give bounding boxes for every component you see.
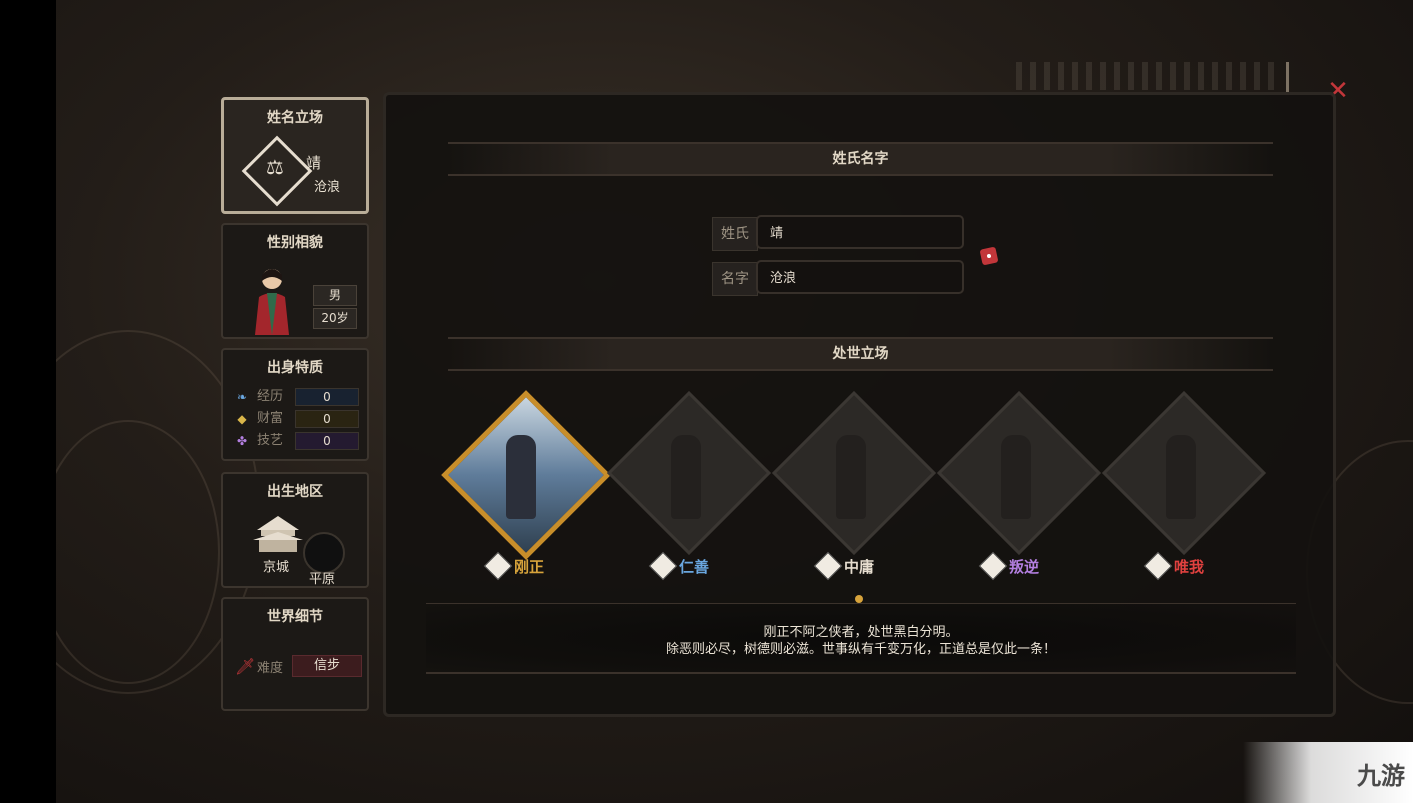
stance-figure <box>836 435 866 519</box>
gender-value: 男 <box>313 285 357 306</box>
trait-row-skill: ✤ 技艺 0 <box>235 432 359 450</box>
card-title: 性别相貌 <box>267 235 323 251</box>
stance-option-benevolent[interactable]: 仁善 <box>606 390 772 595</box>
stance-name: 唯我 <box>1174 558 1205 576</box>
character-portrait <box>255 269 289 335</box>
selection-indicator <box>855 595 863 603</box>
stance-name: 仁善 <box>679 558 710 576</box>
benevolent-icon <box>648 551 678 581</box>
random-dice-button[interactable] <box>979 246 999 266</box>
surname-label: 姓氏 <box>712 217 758 251</box>
stance-name: 叛逆 <box>1009 558 1040 576</box>
stance-label-row: 唯我 <box>1136 551 1246 581</box>
terrain-label: 平原 <box>309 572 336 587</box>
stance-label-row: 刚正 <box>476 551 586 581</box>
trait-label: 经历 <box>257 389 284 404</box>
gold-ingot-icon: ◆ <box>237 412 247 426</box>
calligraphy-strip <box>1016 62 1278 90</box>
difficulty-label: 难度 <box>257 661 284 676</box>
stance-section-header: 处世立场 <box>448 337 1273 371</box>
stance-name: 中庸 <box>844 558 875 576</box>
trait-label: 财富 <box>257 411 284 426</box>
trait-label: 技艺 <box>257 433 284 448</box>
feather-icon: ❧ <box>236 390 248 404</box>
stance-glyph-icon: ⚖ <box>266 155 284 179</box>
moderate-icon <box>813 551 843 581</box>
sidebar-card-name-stance[interactable]: 姓名立场 ⚖ 靖 沧浪 <box>221 97 369 214</box>
calligraphy-post <box>1286 62 1289 92</box>
stance-figure <box>506 435 536 519</box>
stance-description: 刚正不阿之侠者，处世黑白分明。 除恶则必尽，树德则必滋。世事纵有千变万化，正道总… <box>426 603 1296 674</box>
surname-input[interactable]: 靖 <box>756 215 964 249</box>
stance-figure <box>671 435 701 519</box>
stance-figure <box>1166 435 1196 519</box>
stance-label-row: 仁善 <box>641 551 751 581</box>
trait-row-wealth: ◆ 财富 0 <box>235 410 359 428</box>
stance-option-moderate[interactable]: 中庸 <box>771 390 937 595</box>
card-title: 姓名立场 <box>267 110 323 126</box>
surname-display: 靖 <box>306 154 322 172</box>
sidebar-card-gender-appearance[interactable]: 性别相貌 男 20岁 <box>221 223 369 339</box>
selfish-icon <box>1143 551 1173 581</box>
sidebar-card-birth-region[interactable]: 出生地区 京城 平原 <box>221 472 369 588</box>
sidebar-card-origin-traits[interactable]: 出身特质 ❧ 经历 0 ◆ 财富 0 ✤ 技艺 0 <box>221 348 369 461</box>
given-name-display: 沧浪 <box>314 180 341 195</box>
sword-icon: 🗡 <box>235 657 256 676</box>
card-title: 出生地区 <box>267 484 323 500</box>
stance-name: 刚正 <box>514 558 545 576</box>
card-title: 出身特质 <box>267 360 323 376</box>
description-line: 除恶则必尽，树德则必滋。世事纵有千变万化，正道总是仅此一条！ <box>665 642 1056 657</box>
trait-value: 0 <box>295 432 359 450</box>
stance-label-row: 叛逆 <box>971 551 1081 581</box>
given-name-input[interactable]: 沧浪 <box>756 260 964 294</box>
city-label: 京城 <box>263 560 290 575</box>
rebellious-icon <box>978 551 1008 581</box>
trait-row-experience: ❧ 经历 0 <box>235 388 359 406</box>
trait-value: 0 <box>295 410 359 428</box>
stance-label-row: 中庸 <box>806 551 916 581</box>
age-value: 20岁 <box>313 308 357 329</box>
city-gate-icon <box>253 516 303 552</box>
stance-option-selfish[interactable]: 唯我 <box>1101 390 1267 595</box>
stance-figure <box>1001 435 1031 519</box>
sidebar-card-world-details[interactable]: 世界细节 🗡 难度 信步 <box>221 597 369 711</box>
stance-option-rebellious[interactable]: 叛逆 <box>936 390 1102 595</box>
name-section-header: 姓氏名字 <box>448 142 1273 176</box>
card-title: 世界细节 <box>267 609 323 625</box>
given-name-label: 名字 <box>712 262 758 296</box>
upright-icon <box>483 551 513 581</box>
main-panel: 姓氏名字 姓氏 靖 名字 沧浪 处世立场 刚正 仁善 中庸 叛逆 唯我 刚正不阿… <box>383 92 1336 717</box>
difficulty-value: 信步 <box>292 655 362 677</box>
trait-value: 0 <box>295 388 359 406</box>
stance-option-upright[interactable]: 刚正 <box>441 390 611 595</box>
watermark: 九游 <box>1243 742 1413 803</box>
skill-icon: ✤ <box>236 434 248 448</box>
watermark-text: 九游 <box>1357 762 1405 790</box>
